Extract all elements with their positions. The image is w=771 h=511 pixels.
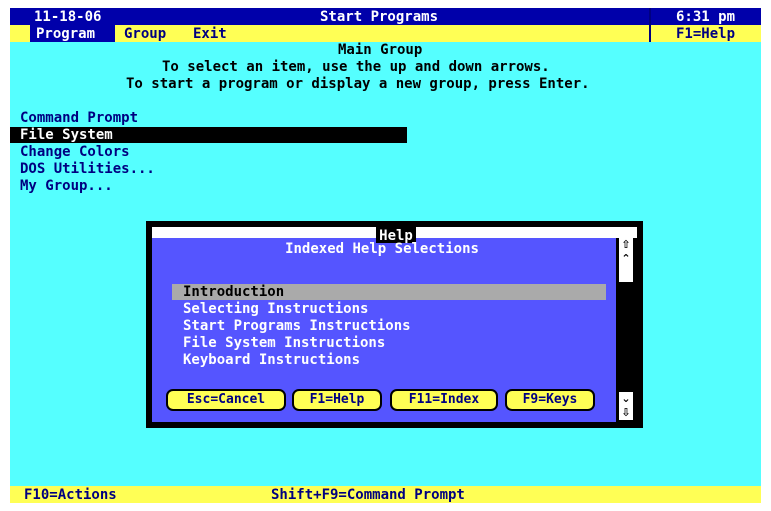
help-item-file-system[interactable]: File System Instructions [183, 335, 385, 351]
group-name: Main Group [338, 42, 423, 58]
scroll-page-down-icon[interactable]: ⌄ [619, 392, 633, 406]
f9-keys-button[interactable]: F9=Keys [505, 389, 595, 411]
help-item-start-programs[interactable]: Start Programs Instructions [183, 318, 411, 334]
f10-actions-hint[interactable]: F10=Actions [24, 487, 117, 503]
program-item-dos-utilities[interactable]: DOS Utilities... [20, 161, 155, 177]
f1-help-button[interactable]: F1=Help [292, 389, 382, 411]
program-item-command-prompt[interactable]: Command Prompt [20, 110, 138, 126]
program-item-my-group[interactable]: My Group... [20, 178, 113, 194]
help-dialog: Help Indexed Help Selections Introductio… [146, 221, 643, 428]
instruction-line-2: To start a program or display a new grou… [126, 76, 590, 92]
menu-item-exit[interactable]: Exit [193, 26, 227, 42]
f1-help-hint[interactable]: F1=Help [676, 26, 735, 42]
help-scrollbar[interactable]: ⇧ ⌃ ⌄ ⇩ [616, 238, 637, 422]
scroll-thumb-body[interactable] [619, 266, 633, 282]
window-title: Start Programs [320, 9, 439, 25]
scroll-down-arrow-icon[interactable]: ⇩ [619, 406, 633, 420]
program-item-file-system[interactable]: File System [20, 127, 113, 143]
help-item-selecting[interactable]: Selecting Instructions [183, 301, 368, 317]
scroll-thumb[interactable]: ⌃ [619, 252, 633, 266]
esc-cancel-button[interactable]: Esc=Cancel [166, 389, 286, 411]
title-divider [649, 8, 651, 42]
scroll-up-arrow-icon[interactable]: ⇧ [619, 238, 633, 252]
help-dialog-frame: Help Indexed Help Selections Introductio… [152, 227, 637, 422]
menu-item-group[interactable]: Group [124, 26, 166, 42]
menu-item-program[interactable]: Program [36, 26, 95, 42]
date-display: 11-18-06 [34, 9, 102, 25]
status-bar: F10=Actions Shift+F9=Command Prompt [10, 486, 761, 503]
time-display: 6:31 pm [676, 9, 736, 25]
program-item-change-colors[interactable]: Change Colors [20, 144, 130, 160]
dos-shell-screen: 11-18-06 Start Programs 6:31 pm Program … [10, 8, 761, 503]
f11-index-button[interactable]: F11=Index [390, 389, 498, 411]
help-dialog-subtitle: Indexed Help Selections [285, 241, 479, 257]
instruction-line-1: To select an item, use the up and down a… [162, 59, 550, 75]
help-item-keyboard[interactable]: Keyboard Instructions [183, 352, 360, 368]
help-item-introduction[interactable]: Introduction [183, 284, 284, 300]
shift-f9-command-prompt-hint[interactable]: Shift+F9=Command Prompt [271, 487, 465, 503]
